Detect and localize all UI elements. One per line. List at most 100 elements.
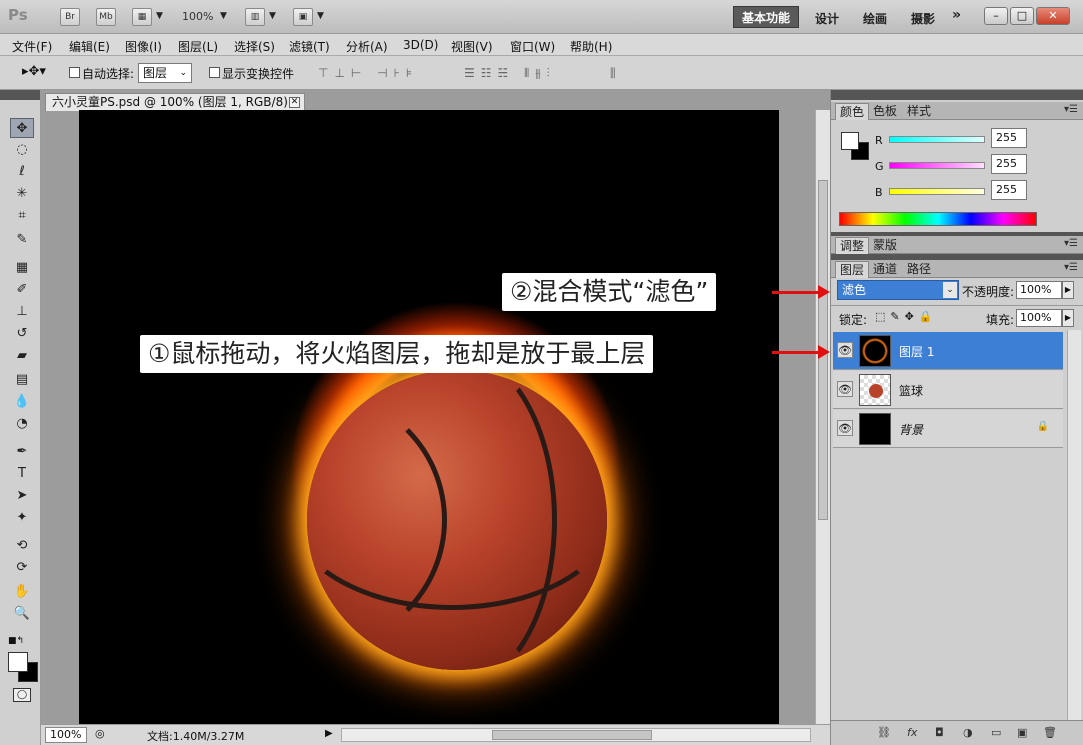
clone-stamp-icon[interactable]: ⊥ <box>10 302 34 322</box>
pen-tool-icon[interactable]: ✒ <box>10 442 34 462</box>
menu-image[interactable]: 图像(I) <box>125 38 162 55</box>
crop-tool-icon[interactable]: ⌗ <box>10 206 34 226</box>
zoom-tool-icon[interactable]: 🔍 <box>10 604 34 624</box>
close-icon[interactable]: ✕ <box>289 97 300 108</box>
menu-window[interactable]: 窗口(W) <box>510 38 555 55</box>
add-mask-icon[interactable]: ◘ <box>935 726 944 739</box>
gradient-tool-icon[interactable]: ▤ <box>10 370 34 390</box>
dodge-tool-icon[interactable]: ◔ <box>10 414 34 434</box>
more-workspaces-icon[interactable]: » <box>952 7 961 23</box>
menu-select[interactable]: 选择(S) <box>234 38 275 55</box>
opacity-field[interactable]: 100% <box>1016 281 1062 299</box>
menu-filter[interactable]: 滤镜(T) <box>289 38 330 55</box>
zoom-field[interactable]: 100% <box>45 727 87 743</box>
close-button[interactable]: ✕ <box>1036 7 1070 25</box>
foreground-swatch[interactable] <box>841 132 859 150</box>
menu-help[interactable]: 帮助(H) <box>570 38 612 55</box>
menu-3d[interactable]: 3D(D) <box>403 38 438 52</box>
tab-layers[interactable]: 图层 <box>835 261 870 278</box>
panel-menu-icon[interactable]: ▾☰ <box>1064 262 1078 273</box>
tab-color[interactable]: 颜色 <box>835 103 870 120</box>
panel-menu-icon[interactable]: ▾☰ <box>1064 238 1078 249</box>
move-tool-preset-icon[interactable]: ▸✥▾ <box>22 64 46 79</box>
status-info-icon[interactable]: ◎ <box>95 727 105 740</box>
blend-mode-dropdown[interactable]: 滤色 ⌄ <box>837 280 959 300</box>
3d-rotate-icon[interactable]: ⟲ <box>10 536 34 556</box>
chevron-down-icon[interactable]: ▼ <box>220 11 227 21</box>
workspace-design[interactable]: 设计 <box>815 10 839 27</box>
auto-select-dropdown[interactable]: 图层 ⌄ <box>138 63 192 83</box>
show-transform-checkbox[interactable] <box>209 67 220 78</box>
history-brush-icon[interactable]: ↺ <box>10 324 34 344</box>
menu-view[interactable]: 视图(V) <box>451 38 493 55</box>
color-spectrum-bar[interactable] <box>839 212 1037 226</box>
marquee-tool-icon[interactable]: ◌ <box>10 140 34 160</box>
distribute-buttons-icon[interactable]: ☰☷☵ ⫴⫵⫶ <box>464 66 556 81</box>
menu-analysis[interactable]: 分析(A) <box>346 38 388 55</box>
auto-align-icon[interactable]: ⫼ <box>610 66 622 81</box>
channel-r-value[interactable]: 255 <box>991 128 1027 148</box>
healing-brush-icon[interactable]: ▦ <box>10 258 34 278</box>
lock-options-icon[interactable]: ⬚✎✥🔒 <box>875 310 938 323</box>
status-menu-arrow-icon[interactable]: ▶ <box>325 728 333 739</box>
tab-styles[interactable]: 样式 <box>903 103 935 120</box>
channel-b-slider[interactable] <box>889 188 985 195</box>
eyedropper-icon[interactable]: ✎ <box>10 230 34 250</box>
move-tool-icon[interactable]: ✥ <box>10 118 34 138</box>
channel-b-value[interactable]: 255 <box>991 180 1027 200</box>
3d-orbit-icon[interactable]: ⟳ <box>10 558 34 578</box>
menu-file[interactable]: 文件(F) <box>12 38 52 55</box>
horizontal-scrollbar[interactable] <box>341 728 811 742</box>
eraser-tool-icon[interactable]: ▰ <box>10 346 34 366</box>
menu-edit[interactable]: 编辑(E) <box>69 38 110 55</box>
panel-menu-icon[interactable]: ▾☰ <box>1064 104 1078 115</box>
vertical-scrollbar[interactable] <box>815 110 830 724</box>
visibility-eye-icon[interactable]: 👁 <box>837 420 853 436</box>
fill-field[interactable]: 100% <box>1016 309 1062 327</box>
shape-tool-icon[interactable]: ✦ <box>10 508 34 528</box>
new-layer-icon[interactable]: ▣ <box>1017 726 1027 739</box>
align-buttons-icon[interactable]: ⊤⊥⊢ ⊣⊦⊧ <box>318 66 418 80</box>
brush-tool-icon[interactable]: ✐ <box>10 280 34 300</box>
path-selection-icon[interactable]: ➤ <box>10 486 34 506</box>
type-tool-icon[interactable]: T <box>10 464 34 484</box>
channel-g-slider[interactable] <box>889 162 985 169</box>
tab-adjustments[interactable]: 调整 <box>835 237 870 254</box>
mini-bridge-button[interactable]: Mb <box>96 8 116 26</box>
chevron-down-icon[interactable]: ▼ <box>156 11 163 21</box>
tab-channels[interactable]: 通道 <box>869 261 901 278</box>
layer-row[interactable]: 👁 篮球 <box>833 371 1063 409</box>
arrange-documents-icon[interactable]: ▥ <box>245 8 265 26</box>
default-colors-icon[interactable]: ■↰ <box>8 636 24 646</box>
maximize-button[interactable]: □ <box>1010 7 1034 25</box>
layers-scrollbar[interactable] <box>1067 330 1081 720</box>
foreground-color-swatch-top[interactable] <box>8 652 28 672</box>
layer-row[interactable]: 👁 背景 🔒 <box>833 410 1063 448</box>
zoom-level[interactable]: 100% <box>182 10 213 23</box>
visibility-eye-icon[interactable]: 👁 <box>837 342 853 358</box>
workspace-essentials[interactable]: 基本功能 <box>733 6 799 28</box>
scrollbar-thumb[interactable] <box>492 730 652 740</box>
visibility-eye-icon[interactable]: 👁 <box>837 381 853 397</box>
new-group-icon[interactable]: ▭ <box>991 726 1001 739</box>
quick-mask-icon[interactable]: ◯ <box>13 688 31 702</box>
bridge-button[interactable]: Br <box>60 8 80 26</box>
menu-layer[interactable]: 图层(L) <box>178 38 218 55</box>
link-layers-icon[interactable]: ⛓ <box>877 726 891 739</box>
layer-style-icon[interactable]: fx <box>907 726 917 739</box>
opacity-arrow-icon[interactable]: ▶ <box>1062 281 1074 299</box>
tab-paths[interactable]: 路径 <box>903 261 935 278</box>
screen-mode-icon[interactable]: ▣ <box>293 8 313 26</box>
trash-icon[interactable]: 🗑 <box>1043 726 1057 739</box>
chevron-down-icon[interactable]: ▼ <box>317 11 324 21</box>
view-extras-icon[interactable]: ▦ <box>132 8 152 26</box>
channel-g-value[interactable]: 255 <box>991 154 1027 174</box>
blur-tool-icon[interactable]: 💧 <box>10 392 34 412</box>
fill-arrow-icon[interactable]: ▶ <box>1062 309 1074 327</box>
canvas[interactable] <box>79 110 779 724</box>
workspace-photography[interactable]: 摄影 <box>911 10 935 27</box>
tab-masks[interactable]: 蒙版 <box>869 237 901 254</box>
auto-select-checkbox[interactable] <box>69 67 80 78</box>
lasso-tool-icon[interactable]: ℓ <box>10 162 34 182</box>
layer-row[interactable]: 👁 图层 1 <box>833 332 1063 370</box>
